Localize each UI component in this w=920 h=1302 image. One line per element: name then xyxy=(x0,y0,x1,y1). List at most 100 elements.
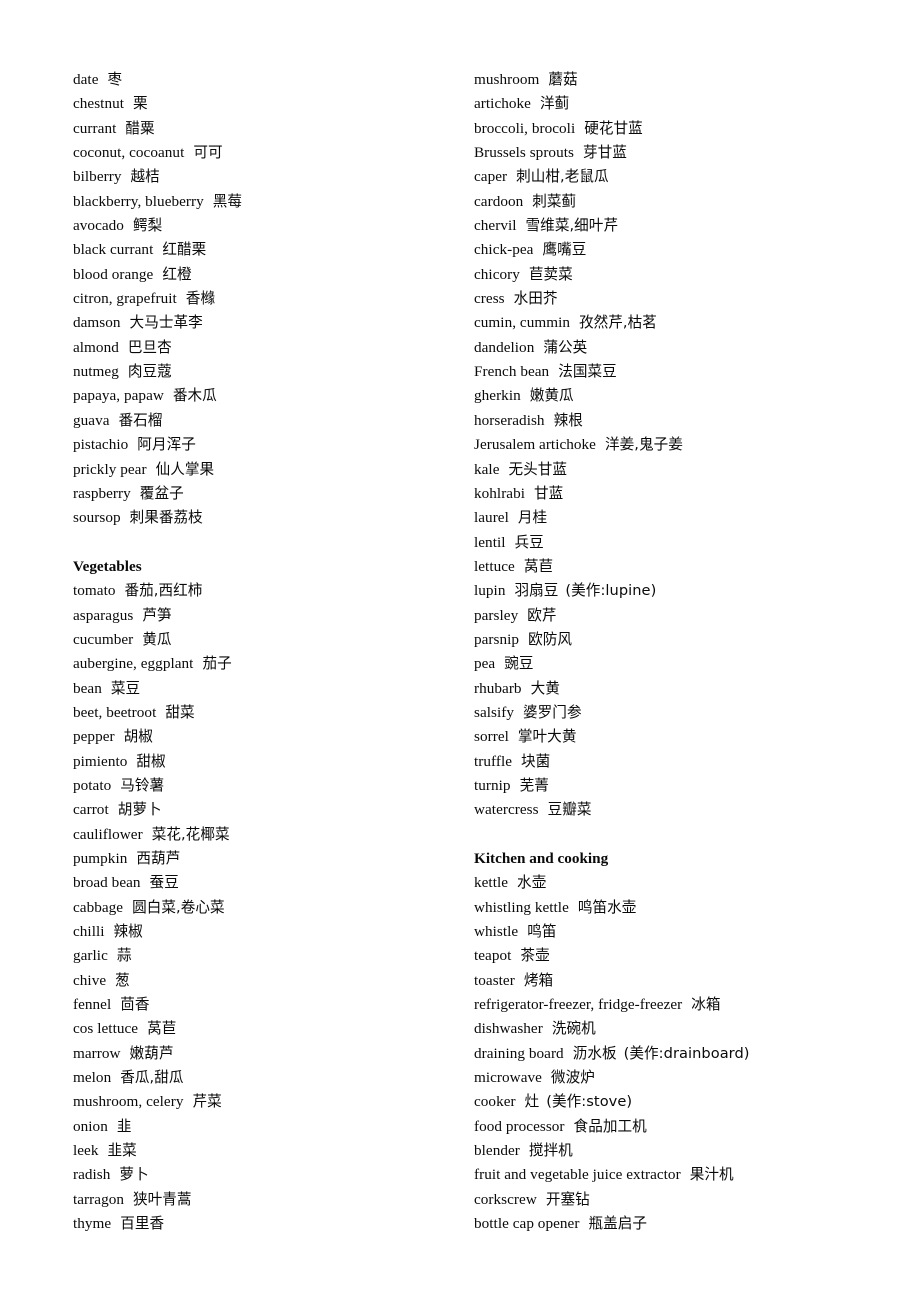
entry-term: damson xyxy=(73,314,121,332)
entry-term: pea xyxy=(474,655,496,673)
glossary-entry: pea 豌豆 xyxy=(474,652,863,676)
glossary-entry: almond 巴旦杏 xyxy=(73,336,474,360)
entry-term: guava xyxy=(73,411,110,429)
glossary-entry: microwave 微波炉 xyxy=(474,1066,863,1090)
entry-gloss: 甜椒 xyxy=(136,752,166,770)
entry-term: cucumber xyxy=(73,630,134,648)
entry-gloss: 枣 xyxy=(107,71,123,88)
glossary-entry: onion 韭 xyxy=(73,1115,474,1139)
entry-gloss: 茄子 xyxy=(202,655,232,673)
entry-gloss: 雪维菜,细叶芹 xyxy=(525,217,619,235)
glossary-entry: avocado 鳄梨 xyxy=(73,214,474,238)
entry-term: pumpkin xyxy=(73,850,128,867)
section-heading: Vegetables xyxy=(73,557,142,575)
entry-gloss: 葱 xyxy=(115,971,130,989)
glossary-entry: chestnut 栗 xyxy=(73,92,474,116)
entry-term: tarragon xyxy=(73,1190,124,1208)
entry-term: kale xyxy=(474,460,500,478)
glossary-entry: parsnip 欧防风 xyxy=(474,628,863,652)
entry-gloss: 鳄梨 xyxy=(132,217,163,235)
entry-term: lupin xyxy=(474,582,506,600)
entry-term: bean xyxy=(73,679,102,697)
entry-term: dandelion xyxy=(474,338,535,356)
entry-gloss: 嫩黄瓜 xyxy=(529,387,574,405)
entry-term: bottle cap opener xyxy=(474,1215,580,1233)
entry-gloss: 孜然芹,枯茗 xyxy=(578,314,657,332)
glossary-entry: fruit and vegetable juice extractor 果汁机 xyxy=(474,1163,863,1187)
entry-gloss: 阿月浑子 xyxy=(137,436,196,454)
entry-term: beet, beetroot xyxy=(73,703,157,721)
entry-gloss: 胡萝卜 xyxy=(117,801,162,819)
entry-gloss: 芽甘蓝 xyxy=(582,144,627,162)
entry-gloss: 醋粟 xyxy=(125,119,155,137)
entry-gloss: 洗碗机 xyxy=(551,1020,596,1038)
entry-term: aubergine, eggplant xyxy=(73,655,194,673)
entry-term: broccoli, brocoli xyxy=(474,119,576,137)
glossary-entry: sorrel 掌叶大黄 xyxy=(474,725,863,749)
entry-gloss: 芜菁 xyxy=(519,776,549,794)
glossary-entry: mushroom 蘑菇 xyxy=(474,68,863,92)
entry-gloss: 豌豆 xyxy=(504,655,534,673)
entry-gloss: 黄瓜 xyxy=(142,630,172,648)
glossary-entry: cooker 灶 (美作:stove) xyxy=(474,1090,863,1114)
glossary-entry: mushroom, celery 芹菜 xyxy=(73,1090,474,1114)
entry-gloss: 刺果番荔枝 xyxy=(129,509,203,527)
section-heading: Kitchen and cooking xyxy=(474,850,609,867)
entry-gloss: 果汁机 xyxy=(689,1166,734,1184)
entry-term: Brussels sprouts xyxy=(474,144,574,162)
entry-term: truffle xyxy=(474,752,513,770)
entry-term: cardoon xyxy=(474,192,524,210)
entry-term: salsify xyxy=(474,703,515,721)
entry-term: refrigerator-freezer, fridge-freezer xyxy=(474,996,683,1014)
entry-term: toaster xyxy=(474,971,515,989)
glossary-entry: cress 水田芥 xyxy=(474,287,863,311)
glossary-entry: chilli 辣椒 xyxy=(73,920,474,944)
entry-term: gherkin xyxy=(474,387,521,405)
glossary-entry: bottle cap opener 瓶盖启子 xyxy=(474,1212,863,1236)
glossary-entry: tarragon 狭叶青蒿 xyxy=(73,1188,474,1212)
entry-term: carrot xyxy=(73,801,109,819)
entry-gloss: 茴香 xyxy=(120,996,150,1014)
glossary-entry: toaster 烤箱 xyxy=(474,969,863,993)
glossary-entry: cauliflower 菜花,花椰菜 xyxy=(73,823,474,847)
glossary-entry: food processor 食品加工机 xyxy=(474,1115,863,1139)
entry-term: soursop xyxy=(73,509,121,527)
glossary-entry: lentil 兵豆 xyxy=(474,531,863,555)
glossary-entry: thyme 百里香 xyxy=(73,1212,474,1236)
entry-term: French bean xyxy=(474,363,550,381)
glossary-entry: cucumber 黄瓜 xyxy=(73,628,474,652)
entry-gloss: 微波炉 xyxy=(550,1069,595,1087)
glossary-entry: prickly pear 仙人掌果 xyxy=(73,458,474,482)
glossary-entry: broad bean 蚕豆 xyxy=(73,871,474,895)
glossary-entry: Jerusalem artichoke 洋姜,鬼子姜 xyxy=(474,433,863,457)
glossary-entry: bean 菜豆 xyxy=(73,677,474,701)
entry-gloss: 莴苣 xyxy=(523,557,554,575)
entry-term: horseradish xyxy=(474,411,545,429)
entry-term: dishwasher xyxy=(474,1020,543,1038)
glossary-entry: pumpkin 西葫芦 xyxy=(73,847,474,871)
entry-gloss: 开塞钻 xyxy=(545,1190,590,1208)
glossary-entry: cardoon 刺菜蓟 xyxy=(474,190,863,214)
glossary-entry: laurel 月桂 xyxy=(474,506,863,530)
glossary-entry: whistling kettle 鸣笛水壶 xyxy=(474,896,863,920)
glossary-entry: pimiento 甜椒 xyxy=(73,750,474,774)
entry-gloss: 萝卜 xyxy=(119,1166,149,1184)
glossary-entry: kettle 水壶 xyxy=(474,871,863,895)
glossary-entry: corkscrew 开塞钻 xyxy=(474,1188,863,1212)
entry-gloss: 嫩葫芦 xyxy=(129,1044,174,1062)
entry-gloss: 鸣笛水壶 xyxy=(577,898,637,916)
entry-term: chive xyxy=(73,971,107,989)
entry-gloss: 香橼 xyxy=(185,290,216,308)
entry-term: food processor xyxy=(474,1117,565,1135)
entry-term: blood orange xyxy=(73,265,154,283)
glossary-entry: coconut, cocoanut 可可 xyxy=(73,141,474,165)
entry-term: watercress xyxy=(474,801,539,819)
entry-gloss: 无头甘蓝 xyxy=(508,460,568,478)
entry-gloss: 茶壶 xyxy=(520,947,550,965)
entry-term: Jerusalem artichoke xyxy=(474,436,596,454)
entry-gloss: 菜花,花椰菜 xyxy=(151,825,230,843)
entry-gloss: 鸣笛 xyxy=(527,923,557,941)
glossary-entry: blender 搅拌机 xyxy=(474,1139,863,1163)
entry-gloss: 水田芥 xyxy=(513,290,558,308)
